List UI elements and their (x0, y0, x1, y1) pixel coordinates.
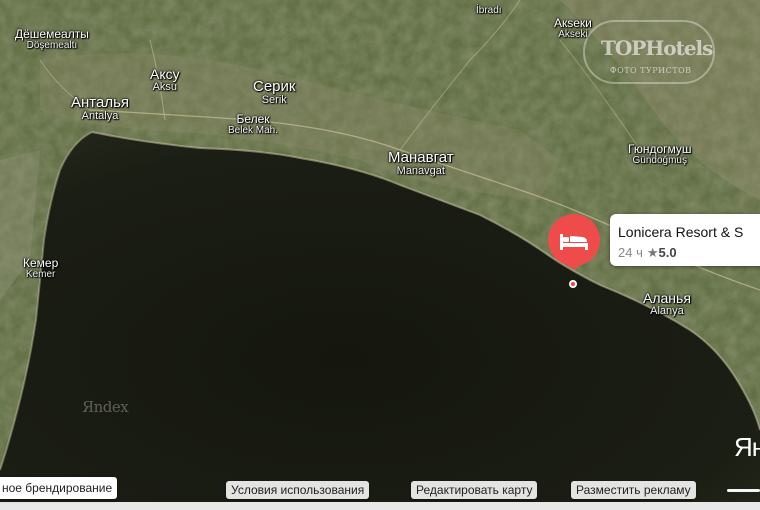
place-name-ru: Аксу (150, 66, 180, 82)
place-name-latin: Aksu (152, 80, 178, 93)
place-label-kemer: Кемер Kemer (23, 257, 58, 280)
hotel-pin[interactable] (546, 214, 602, 270)
place-name-latin: Döşemealtı (26, 39, 78, 51)
hotel-rating: 5.0 (658, 245, 677, 260)
place-name-latin: Serik (261, 93, 287, 106)
place-label-gundogmus: Гюндогмуш Gündoğmuş (628, 143, 692, 166)
place-ad-button[interactable]: Разместить рекламу (571, 481, 696, 499)
branding-tooltip[interactable]: ное брендирование (0, 477, 118, 499)
place-name-latin: Belek Mah. (228, 124, 279, 136)
terms-link[interactable]: Условия использования (226, 481, 370, 499)
hotel-meta: 24 ч ★5.0 (618, 245, 677, 261)
copyright-text: s © ООО ИТ... (128, 484, 206, 498)
place-name-latin: Antalya (81, 109, 119, 122)
place-name-ru: Дёшемеалты (15, 27, 89, 41)
tophotels-watermark: TOPHotels ФОТО ТУРИСТОВ (583, 20, 715, 84)
place-label-belek: Белек Belek Mah. (228, 113, 278, 136)
watermark-brand: TOPHotels (601, 36, 713, 60)
hotel-time: 24 ч (618, 245, 643, 260)
star-icon: ★ (646, 245, 659, 260)
place-label-serik: Серик Serik (253, 79, 295, 106)
place-name-ru: Серик (253, 78, 296, 95)
hotel-card[interactable]: Lonicera Resort & S 24 ч ★5.0 (610, 214, 760, 266)
place-name-ru: Кемер (23, 256, 59, 270)
scale-line (727, 489, 760, 492)
place-label-ibradi: İbradı (476, 5, 502, 17)
watermark-subtitle: ФОТО ТУРИСТОВ (610, 66, 692, 75)
place-name-ru: Акseки (554, 16, 592, 30)
place-name-ru: Гюндогмуш (628, 142, 692, 156)
place-name-latin: Kemer (25, 268, 56, 280)
place-label-antalya: Анталья Antalya (71, 95, 129, 122)
place-name-ru: Анталья (71, 94, 130, 111)
hotel-location-dot[interactable] (569, 280, 577, 288)
place-name-latin: Manavgat (396, 164, 445, 177)
place-name-latin: İbradı (476, 5, 502, 16)
place-label-aksu: Аксу Aksu (150, 67, 180, 93)
yandex-watermark: Яndex (82, 398, 129, 416)
place-label-alanya: Аланья Alanya (643, 291, 691, 317)
yandex-logo-corner: Ян (734, 432, 760, 462)
place-name-ru: Белек (236, 112, 270, 126)
place-name-ru: Аланья (643, 290, 691, 306)
bottom-strip (0, 502, 760, 510)
place-name-latin: Alanya (650, 304, 684, 317)
hotel-name: Lonicera Resort & S (618, 224, 744, 240)
place-name-ru: Манавгат (388, 149, 454, 166)
edit-map-button[interactable]: Редактировать карту (411, 481, 538, 499)
place-label-manavgat: Манавгат Manavgat (388, 150, 454, 177)
place-label-doshemealti: Дёшемеалты Döşemealtı (15, 28, 89, 51)
place-name-latin: Gündoğmuş (632, 154, 687, 166)
